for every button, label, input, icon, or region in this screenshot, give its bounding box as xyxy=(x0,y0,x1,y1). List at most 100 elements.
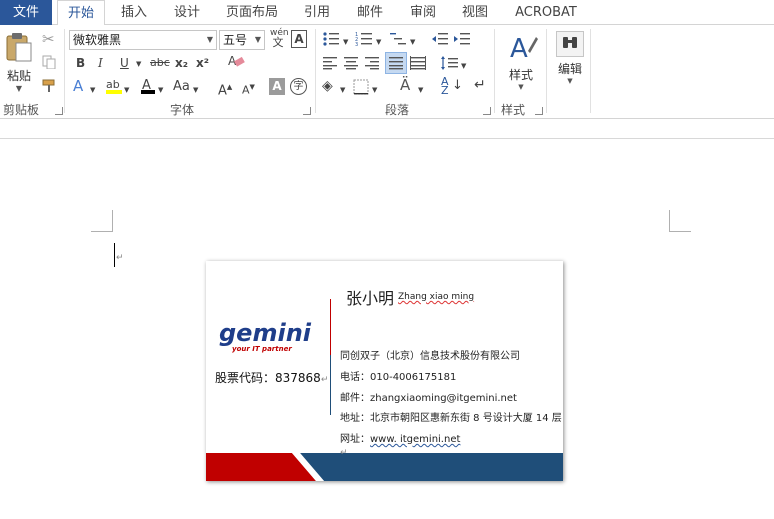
crop-mark-right xyxy=(669,210,691,232)
copy-icon[interactable] xyxy=(42,55,56,73)
sort-icon[interactable]: AZ xyxy=(441,76,449,96)
text-effects-icon[interactable]: A xyxy=(73,78,83,94)
chevron-down-icon[interactable]: ▼ xyxy=(207,31,213,49)
show-marks-icon[interactable]: ↵ xyxy=(474,77,486,93)
separator xyxy=(546,29,547,113)
superscript-button[interactable]: x² xyxy=(196,55,209,71)
styles-button[interactable]: A 样式 ▼ xyxy=(501,31,541,93)
bullets-icon[interactable] xyxy=(322,31,340,51)
chevron-down-icon[interactable]: ▼ xyxy=(340,82,345,98)
tab-acrobat[interactable]: ACROBAT xyxy=(508,0,584,25)
chevron-down-icon[interactable]: ▼ xyxy=(255,31,261,49)
paragraph-launcher-icon[interactable] xyxy=(483,107,491,115)
separator xyxy=(64,29,65,113)
clear-formatting-icon[interactable]: A xyxy=(227,53,245,73)
styles-launcher-icon[interactable] xyxy=(535,107,543,115)
separator xyxy=(590,29,591,113)
sort-arrow-icon: ↓ xyxy=(452,78,463,93)
website-url[interactable]: www. itgemini.net xyxy=(370,434,460,445)
distributed-icon[interactable] xyxy=(410,56,426,74)
chinese-layout-icon[interactable]: Ä xyxy=(400,77,410,93)
tab-insert[interactable]: 插入 xyxy=(112,0,156,25)
grow-font-icon[interactable]: A▲ xyxy=(218,79,232,99)
chevron-down-icon[interactable]: ▼ xyxy=(372,82,377,98)
stock-code: 股票代码：837868↵ xyxy=(215,369,328,386)
align-center-icon[interactable] xyxy=(343,56,359,74)
pinyin-text: Zhang xiao ming xyxy=(398,292,475,302)
italic-button[interactable]: I xyxy=(98,55,103,71)
phonetic-guide-icon[interactable]: wén 文 xyxy=(270,28,289,49)
character-border-icon[interactable]: A xyxy=(291,30,307,48)
address-line: 地址：北京市朝阳区惠新东街 8 号设计大厦 14 层 xyxy=(340,413,562,424)
person-name: 张小明 xyxy=(346,289,395,308)
chevron-down-icon[interactable]: ▼ xyxy=(376,34,381,50)
paste-button[interactable]: 粘贴 ▼ xyxy=(3,31,35,93)
decrease-indent-icon[interactable] xyxy=(431,31,449,51)
card-bottom-band xyxy=(206,453,563,481)
tab-mailings[interactable]: 邮件 xyxy=(348,0,392,25)
multilevel-list-icon[interactable] xyxy=(389,31,407,51)
clipboard-icon xyxy=(6,33,32,62)
chevron-down-icon[interactable]: ▼ xyxy=(461,58,466,74)
divider-blue xyxy=(330,355,331,415)
crop-mark-left xyxy=(91,210,113,232)
chevron-down-icon[interactable]: ▼ xyxy=(158,82,163,98)
company-logo: gemini your IT partner xyxy=(218,319,318,353)
chevron-down-icon[interactable]: ▼ xyxy=(124,82,129,98)
phonetic-bottom: 文 xyxy=(272,36,284,49)
subscript-button[interactable]: x₂ xyxy=(175,55,188,71)
editing-button[interactable]: 编辑 ▼ xyxy=(553,31,587,93)
email-line: 邮件：zhangxiaoming@itgemini.net xyxy=(340,393,517,404)
paragraph-mark: ↵ xyxy=(320,375,329,385)
tab-home[interactable]: 开始 xyxy=(57,0,105,26)
ribbon-tab-bar: 文件 开始 插入 设计 页面布局 引用 邮件 审阅 视图 ACROBAT xyxy=(0,0,774,26)
highlight-icon[interactable]: ab xyxy=(105,77,123,99)
tab-references[interactable]: 引用 xyxy=(295,0,339,25)
styles-group-label: 样式 xyxy=(501,103,526,117)
font-launcher-icon[interactable] xyxy=(303,107,311,115)
increase-indent-icon[interactable] xyxy=(453,31,471,51)
chevron-down-icon[interactable]: ▼ xyxy=(193,82,198,98)
underline-button[interactable]: U xyxy=(120,55,129,71)
line-spacing-icon[interactable] xyxy=(440,55,460,75)
shrink-font-icon[interactable]: A▼ xyxy=(242,79,255,99)
borders-icon[interactable] xyxy=(353,79,369,99)
chevron-down-icon[interactable]: ▼ xyxy=(136,56,141,72)
font-size-select[interactable]: 五号 ▼ xyxy=(219,30,265,50)
character-shading-icon[interactable]: A xyxy=(269,78,285,95)
clipboard-launcher-icon[interactable] xyxy=(55,107,63,115)
change-case-button[interactable]: Aa xyxy=(173,79,190,95)
justify-icon[interactable] xyxy=(385,52,407,74)
numbering-icon[interactable]: 123 xyxy=(355,31,373,51)
font-name-select[interactable]: 微软雅黑 ▼ xyxy=(69,30,217,50)
styles-label: 样式 xyxy=(508,68,533,82)
website-label: 网址： xyxy=(340,434,370,445)
chevron-down-icon: ▼ xyxy=(15,84,23,93)
chevron-down-icon[interactable]: ▼ xyxy=(343,34,348,50)
tab-review[interactable]: 审阅 xyxy=(401,0,445,25)
tab-design[interactable]: 设计 xyxy=(165,0,209,25)
shading-icon[interactable]: ◈ xyxy=(322,78,333,94)
business-card[interactable]: gemini your IT partner 股票代码：837868↵ 张小明 … xyxy=(206,261,563,481)
tab-page-layout[interactable]: 页面布局 xyxy=(220,0,284,25)
enclose-character-icon[interactable]: 字 xyxy=(290,78,307,95)
paragraph-mark: ↵ xyxy=(340,448,348,458)
divider-red xyxy=(330,299,331,355)
binoculars-icon xyxy=(556,31,584,57)
phone-line: 电话：010-4006175181 xyxy=(340,372,457,383)
cut-icon[interactable]: ✂ xyxy=(42,31,55,47)
format-painter-icon[interactable] xyxy=(42,79,58,97)
tab-view[interactable]: 视图 xyxy=(453,0,497,25)
font-color-icon[interactable]: A xyxy=(140,77,156,99)
align-left-icon[interactable] xyxy=(322,56,338,74)
clipboard-group-label: 剪贴板 xyxy=(3,103,40,117)
strikethrough-button[interactable]: abc xyxy=(150,55,170,71)
chevron-down-icon[interactable]: ▼ xyxy=(90,82,95,98)
chevron-down-icon[interactable]: ▼ xyxy=(418,82,423,98)
align-right-icon[interactable] xyxy=(364,56,380,74)
tab-file[interactable]: 文件 xyxy=(0,0,52,25)
chevron-down-icon[interactable]: ▼ xyxy=(410,34,415,50)
bold-button[interactable]: B xyxy=(76,55,85,71)
styles-icon: A xyxy=(510,34,538,64)
ribbon-bottom-strip xyxy=(0,119,774,139)
